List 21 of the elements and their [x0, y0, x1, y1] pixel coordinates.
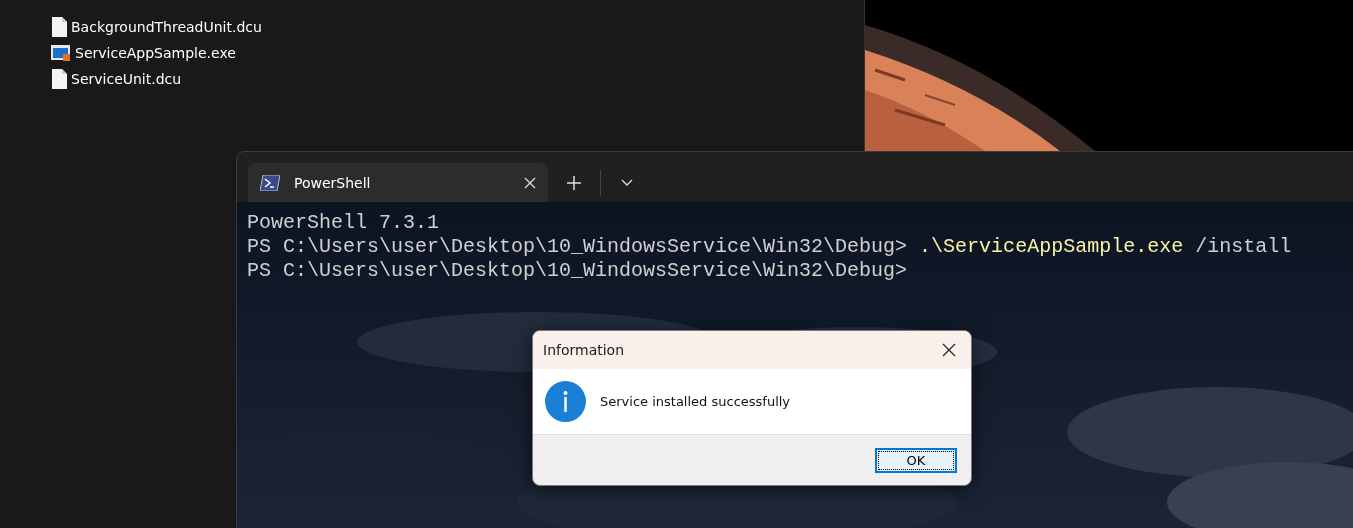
document-icon [51, 17, 67, 37]
close-icon [942, 343, 956, 357]
terminal-prompt: PS C:\Users\user\Desktop\10_WindowsService\Win32\Debug> [247, 259, 908, 283]
dialog-title: Information [543, 342, 625, 358]
terminal-output: PowerShell 7.3.1 [247, 211, 440, 235]
file-name[interactable]: BackgroundThreadUnit.dcu [71, 19, 262, 35]
terminal-command: .\ServiceAppSample.exe [919, 235, 1184, 259]
ok-button[interactable]: OK [875, 447, 957, 473]
document-icon [51, 69, 67, 89]
application-icon [51, 44, 71, 62]
file-name[interactable]: ServiceUnit.dcu [71, 71, 182, 87]
close-icon[interactable] [524, 176, 536, 189]
terminal-tab[interactable]: PowerShell [248, 163, 548, 202]
file-name[interactable]: ServiceAppSample.exe [75, 45, 236, 61]
chevron-down-icon [621, 178, 633, 187]
terminal-prompt: PS C:\Users\user\Desktop\10_WindowsService\Win32\Debug> [247, 235, 908, 259]
dialog-message: Service installed successfully [600, 394, 791, 409]
plus-icon [567, 175, 581, 190]
information-icon [545, 381, 586, 422]
terminal-icon [260, 174, 280, 191]
command-argument: /install [1195, 235, 1292, 259]
